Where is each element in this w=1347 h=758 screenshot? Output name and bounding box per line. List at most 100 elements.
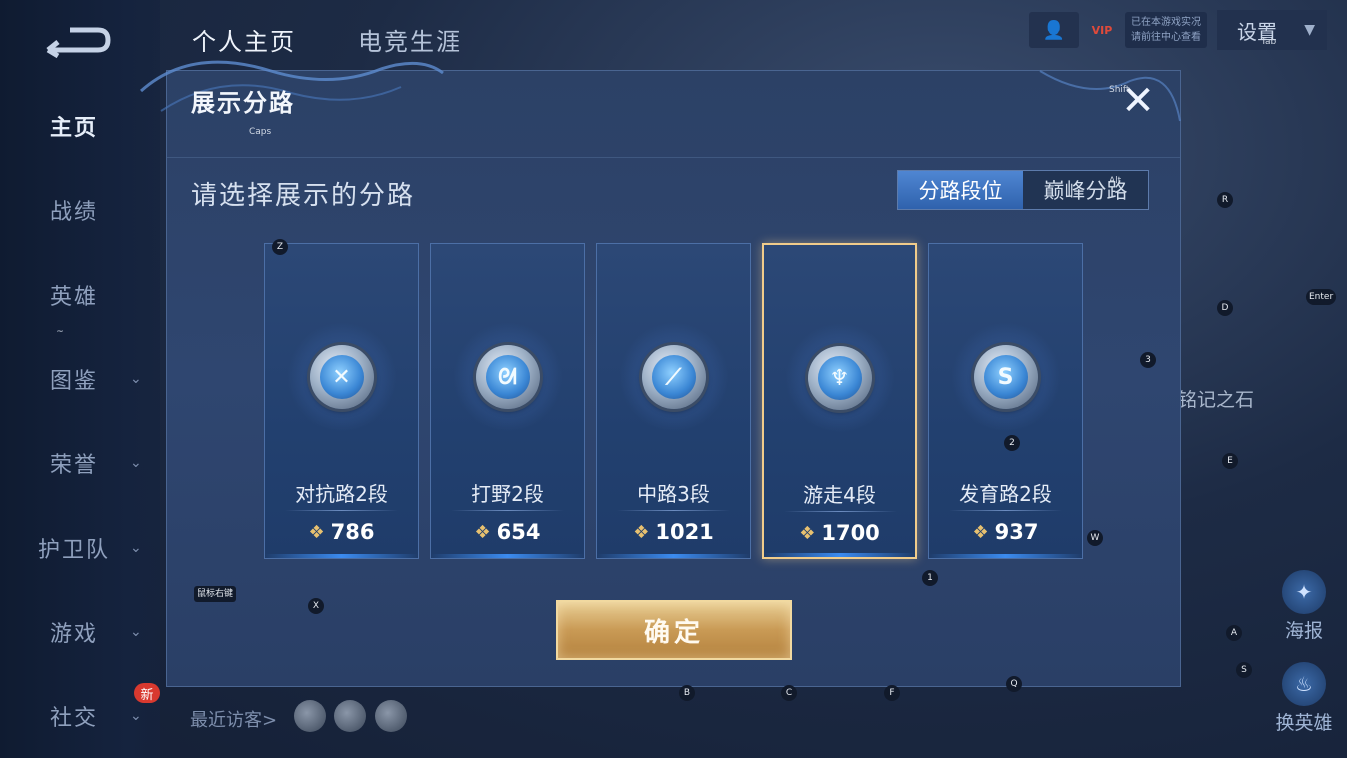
key-hint: ~ (56, 327, 64, 337)
nav-item-heroes[interactable]: 英雄 (0, 275, 160, 315)
avatar[interactable]: 👤 (1029, 12, 1079, 48)
key-hint: 2 (1004, 435, 1020, 451)
live-status-line: 请前往中心查看 (1131, 32, 1201, 43)
rank-score-icon: ❖ (633, 521, 650, 543)
key-hint: R (1217, 192, 1233, 208)
selection-prompt: 请选择展示的分路 (191, 181, 416, 211)
nav-item-label: 荣誉 (50, 453, 99, 478)
divider (285, 510, 398, 511)
stone-label: 铭记之石 (1178, 389, 1255, 411)
key-hint: D (1217, 300, 1233, 316)
lane-card[interactable]: ✕ 对抗路2段 ❖ 786 (264, 243, 419, 559)
nav-item-label: 图鉴 (50, 369, 99, 394)
chevron-down-icon: ⌄ (130, 708, 144, 724)
lane-name: 打野2段 (471, 482, 544, 506)
nav-item-record[interactable]: 战绩 (0, 190, 160, 230)
divider (949, 510, 1062, 511)
poster-label: 海报 (1284, 620, 1323, 642)
dragon-icon: ᘛ (475, 345, 540, 409)
swap-hero-button[interactable]: ♨ 换英雄 (1269, 662, 1339, 735)
nav-item-label: 英雄 (50, 285, 99, 310)
key-hint: F (884, 685, 900, 701)
nav-item-label: 战绩 (50, 200, 99, 225)
divider (451, 510, 564, 511)
nav-item-codex[interactable]: 图鉴 ⌄ (0, 359, 160, 399)
rank-score-icon: ❖ (799, 522, 816, 544)
toggle-lane-rank[interactable]: 分路段位 (898, 171, 1023, 209)
nav-item-honor[interactable]: 荣誉 ⌄ (0, 443, 160, 483)
lane-score-value: 937 (994, 520, 1039, 544)
rank-score-icon: ❖ (474, 521, 491, 543)
rank-score-icon: ❖ (308, 521, 325, 543)
key-hint: Alt (1109, 176, 1122, 186)
flame-icon: ♨ (1282, 662, 1326, 706)
swap-hero-label: 换英雄 (1275, 712, 1333, 734)
new-badge: 新 (134, 683, 160, 703)
key-hint: S (1236, 662, 1252, 678)
poster-button[interactable]: ✦ 海报 (1269, 570, 1339, 643)
wings-icon: ♆ (807, 346, 872, 410)
nav-item-label: 游戏 (50, 622, 99, 647)
lane-score: ❖ 937 (929, 520, 1082, 544)
lane-card[interactable]: S 发育路2段 ❖ 937 (928, 243, 1083, 559)
key-hint: Enter (1306, 289, 1337, 305)
staff-icon: ⟋ (641, 345, 706, 409)
recent-visitors-link[interactable]: 最近访客> (190, 706, 277, 732)
lane-name: 对抗路2段 (295, 482, 388, 506)
chevron-down-icon: ⌄ (130, 455, 144, 471)
chevron-down-icon: ⌄ (130, 540, 144, 556)
live-status[interactable]: 已在本游戏实况 请前往中心查看 (1125, 12, 1207, 48)
lane-score: ❖ 1021 (597, 520, 750, 544)
confirm-button[interactable]: 确定 (556, 600, 792, 660)
key-hint: Shift (1109, 85, 1130, 95)
chevron-down-icon: ⌄ (130, 624, 144, 640)
lane-name: 发育路2段 (959, 482, 1052, 506)
bow-icon: S (973, 345, 1038, 409)
key-hint: X (308, 598, 324, 614)
lane-score-value: 1700 (821, 521, 880, 545)
dialog-header: 展示分路 ✕ (167, 71, 1180, 158)
chevron-down-icon: ⌄ (130, 371, 144, 387)
key-hint: 1 (922, 570, 938, 586)
key-hint: Z (272, 239, 288, 255)
lane-score: ❖ 654 (431, 520, 584, 544)
poster-icon: ✦ (1282, 570, 1326, 614)
back-arrow-icon[interactable] (40, 20, 112, 60)
key-hint: W (1087, 530, 1103, 546)
lane-display-dialog: 展示分路 ✕ 请选择展示的分路 分路段位 巅峰分路 ✕ 对抗路2段 ❖ 786 … (139, 60, 1181, 687)
lane-name: 中路3段 (637, 482, 710, 506)
key-hint: C (781, 685, 797, 701)
key-hint: A (1226, 625, 1242, 641)
nav-item-label: 社交 (50, 706, 99, 731)
nav-item-game[interactable]: 游戏 ⌄ (0, 612, 160, 652)
key-hint: B (679, 685, 695, 701)
visitor-avatar[interactable] (294, 700, 326, 732)
lane-card[interactable]: ᘛ 打野2段 ❖ 654 (430, 243, 585, 559)
key-hint: Caps (249, 127, 272, 137)
nav-item-label: 护卫队 (38, 538, 111, 563)
lane-card-selected[interactable]: ♆ 游走4段 ❖ 1700 (762, 243, 917, 559)
nav-item-guard[interactable]: 护卫队 ⌄ (0, 528, 160, 568)
nav-item-social[interactable]: 社交 ⌄ (0, 696, 160, 736)
dialog-title: 展示分路 (191, 89, 295, 117)
lane-score: ❖ 1700 (764, 521, 915, 545)
live-status-line: 已在本游戏实况 (1131, 17, 1201, 28)
key-hint: 3 (1140, 352, 1156, 368)
lane-score-value: 654 (496, 520, 541, 544)
rank-score-icon: ❖ (972, 521, 989, 543)
top-right-bar: 👤 VIP 已在本游戏实况 请前往中心查看 设置 ▼ (1029, 10, 1327, 50)
lane-name: 游走4段 (803, 483, 876, 507)
vip-badge[interactable]: VIP (1089, 24, 1115, 37)
sword-shield-icon: ✕ (309, 345, 374, 409)
key-hint: Q (1006, 676, 1022, 692)
toggle-peak-lane[interactable]: 巅峰分路 (1023, 171, 1148, 209)
visitor-avatar[interactable] (375, 700, 407, 732)
key-hint: Tab (1261, 37, 1277, 47)
divider (784, 511, 897, 512)
nav-item-label: 主页 (50, 116, 99, 141)
key-hint: E (1222, 453, 1238, 469)
key-hint: 鼠标右键 (194, 586, 237, 602)
lane-card[interactable]: ⟋ 中路3段 ❖ 1021 (596, 243, 751, 559)
lane-score-value: 786 (330, 520, 375, 544)
visitor-avatar[interactable] (334, 700, 366, 732)
